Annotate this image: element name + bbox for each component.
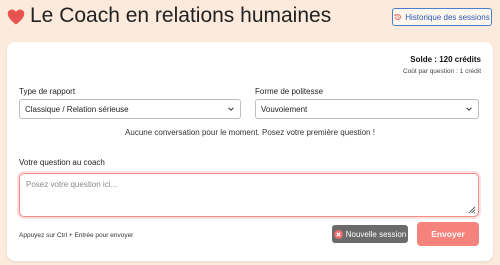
shortcut-hint: Appuyez sur Ctrl + Entrée pour envoyer [19, 232, 134, 239]
new-session-button[interactable]: Nouvelle session [332, 225, 408, 243]
close-circle-icon [333, 229, 343, 239]
relation-type-value: Classique / Relation sérieuse [25, 104, 129, 114]
resize-handle-icon[interactable] [467, 205, 476, 214]
history-icon [394, 14, 402, 20]
history-button-label: Historique des sessions [405, 12, 490, 22]
heart-icon [7, 9, 25, 25]
relation-type-label: Type de rapport [19, 87, 76, 96]
credit-balance: Solde : 120 crédits [410, 55, 481, 64]
politeness-value: Vouvoiement [261, 104, 308, 114]
chevron-down-icon [228, 107, 234, 111]
app-header: Le Coach en relations humaines Historiqu… [0, 0, 500, 40]
relation-type-select[interactable]: Classique / Relation sérieuse [19, 99, 241, 119]
question-placeholder: Posez votre question ici... [26, 180, 118, 189]
history-sessions-button[interactable]: Historique des sessions [392, 8, 492, 26]
question-label: Votre question au coach [19, 158, 105, 167]
chevron-down-icon [466, 107, 472, 111]
politeness-select[interactable]: Vouvoiement [255, 99, 479, 119]
empty-conversation-message: Aucune conversation pour le moment. Pose… [125, 128, 375, 137]
send-button[interactable]: Envoyer [417, 222, 479, 246]
page-title: Le Coach en relations humaines [30, 4, 332, 27]
politeness-label: Forme de politesse [255, 87, 324, 96]
cost-per-question: Coût par question : 1 crédit [402, 68, 481, 75]
new-session-label: Nouvelle session [345, 229, 407, 239]
main-card: Solde : 120 crédits Coût par question : … [7, 42, 493, 261]
question-input[interactable]: Posez votre question ici... [19, 173, 479, 217]
